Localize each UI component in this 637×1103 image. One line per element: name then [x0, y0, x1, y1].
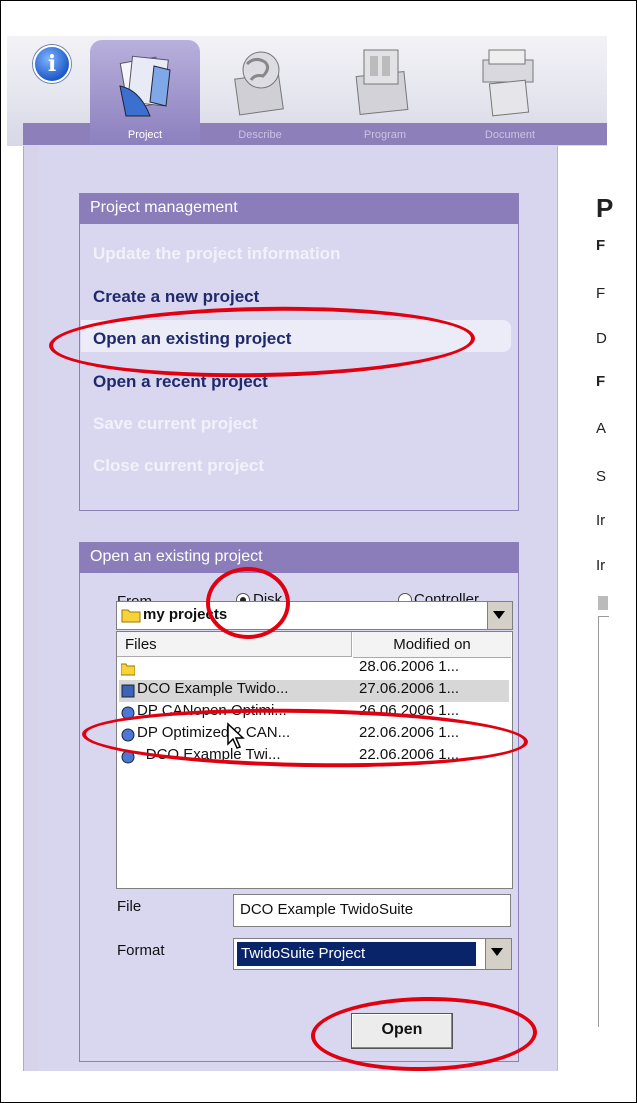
tab-project[interactable]: Project	[90, 40, 200, 145]
format-selected-value: TwidoSuite Project	[237, 942, 476, 966]
right-panel-box	[598, 616, 609, 1027]
chevron-down-icon[interactable]	[485, 939, 511, 969]
tab-label: Program	[363, 129, 407, 141]
info-icon[interactable]: i	[33, 45, 71, 83]
file-list[interactable]: Files Modified on 28.06.2006 1... DCO Ex…	[116, 631, 513, 889]
menu-update-project-info: Update the project information	[93, 244, 341, 263]
open-project-title: Open an existing project	[80, 543, 518, 573]
file-label: File	[117, 898, 142, 915]
file-row-dco-backup[interactable]: ~DCO Example Twi... 22.06.2006 1...	[119, 746, 509, 768]
right-label: Ir	[596, 557, 606, 574]
tab-document[interactable]: Document	[455, 40, 565, 145]
tab-describe[interactable]: Describe	[205, 40, 315, 145]
folder-name: my projects	[143, 606, 228, 623]
project-management-title: Project management	[80, 194, 518, 224]
side-divider	[23, 146, 40, 1071]
project-file-icon	[121, 728, 135, 742]
file-name: DP CANopen Optimi...	[137, 702, 287, 719]
file-row-dp-canopen[interactable]: DP CANopen Optimi... 26.06.2006 1...	[119, 702, 509, 724]
file-name: DP Optimized 2 CAN...	[137, 724, 291, 741]
file-name: DCO Example Twido...	[137, 680, 289, 697]
describe-globe-icon	[234, 51, 284, 116]
files-column-header[interactable]: Files	[117, 632, 352, 657]
project-file-icon	[121, 684, 135, 698]
right-label: Ir	[596, 512, 606, 529]
right-label: F	[596, 373, 606, 390]
file-modified: 27.06.2006 1...	[359, 680, 460, 697]
menu-close-current-project: Close current project	[93, 456, 264, 475]
right-label: D	[596, 330, 607, 347]
format-dropdown[interactable]: TwidoSuite Project	[233, 938, 512, 970]
menu-save-current-project: Save current project	[93, 414, 258, 433]
modified-column-header[interactable]: Modified on	[353, 632, 511, 658]
right-label: F	[596, 237, 606, 254]
file-modified: 28.06.2006 1...	[359, 658, 460, 675]
right-label: F	[596, 285, 606, 302]
open-button[interactable]: Open	[351, 1013, 453, 1049]
right-label: S	[596, 468, 607, 485]
tab-program[interactable]: Program	[330, 40, 440, 145]
project-management-panel: Project management Update the project in…	[79, 193, 519, 511]
project-folders-icon	[119, 55, 171, 117]
tab-label: Describe	[238, 129, 282, 141]
file-name: ~DCO Example Twi...	[137, 746, 281, 763]
right-heading: P	[596, 193, 614, 223]
mouse-cursor-icon	[227, 722, 245, 749]
format-label: Format	[117, 942, 165, 959]
file-name-field[interactable]: DCO Example TwidoSuite	[233, 894, 511, 927]
folder-icon	[121, 609, 141, 623]
program-controller-icon	[355, 49, 409, 115]
file-modified: 26.06.2006 1...	[359, 702, 460, 719]
file-row-dp-optimized[interactable]: DP Optimized 2 CAN... 22.06.2006 1...	[119, 724, 509, 746]
right-label: A	[596, 420, 607, 437]
tab-label: Project	[127, 129, 163, 141]
file-modified: 22.06.2006 1...	[359, 724, 460, 741]
document-printer-icon	[482, 49, 534, 117]
project-file-icon	[121, 706, 135, 720]
tab-label: Document	[484, 129, 536, 141]
file-row-folder[interactable]: 28.06.2006 1...	[119, 658, 509, 680]
file-row-dco-example[interactable]: DCO Example Twido... 27.06.2006 1...	[119, 680, 509, 702]
project-file-icon	[121, 750, 135, 764]
menu-create-new-project[interactable]: Create a new project	[93, 287, 259, 307]
folder-dropdown[interactable]: my projects	[116, 601, 513, 630]
folder-icon	[121, 663, 135, 676]
chevron-down-icon[interactable]	[487, 602, 512, 629]
right-panel-tab-edge	[598, 596, 608, 610]
file-modified: 22.06.2006 1...	[359, 746, 460, 763]
menu-open-existing-project[interactable]: Open an existing project	[93, 329, 291, 349]
menu-open-recent-project[interactable]: Open a recent project	[93, 372, 268, 392]
